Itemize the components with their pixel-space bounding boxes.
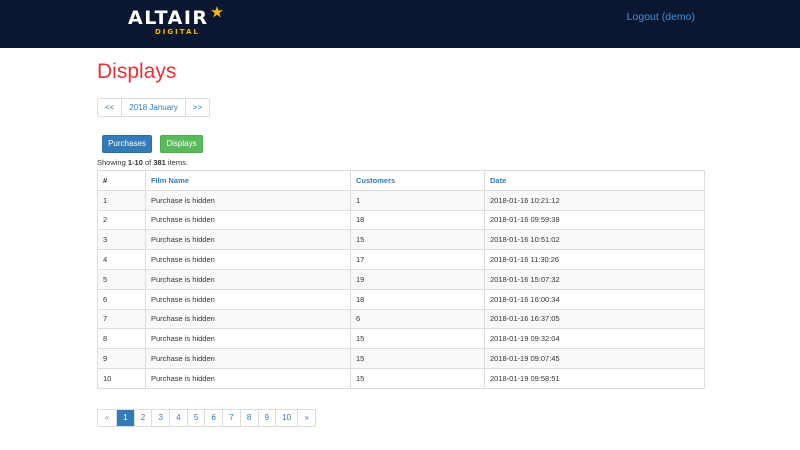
row-number-cell: 10 [97, 367, 146, 389]
page-title: Displays [97, 60, 177, 83]
table-row: 8 Purchase is hidden 15 2018-01-19 09:32:04 [97, 328, 705, 350]
film-name-cell: Purchase is hidden [145, 209, 351, 231]
summary-range: 1-10 [127, 158, 143, 167]
film-name-cell: Purchase is hidden [145, 229, 351, 251]
pagination-page-3[interactable]: 3 [151, 410, 169, 426]
film-name-cell: Purchase is hidden [145, 189, 351, 211]
column-header-number: # [97, 170, 146, 191]
pagination-page-6[interactable]: 6 [204, 410, 222, 426]
table-row: 7 Purchase is hidden 6 2018-01-16 16:37:05 [97, 308, 705, 330]
film-name-cell: Purchase is hidden [145, 268, 351, 290]
displays-button[interactable]: Displays [160, 135, 203, 153]
pagination-page-10[interactable]: 10 [275, 410, 297, 426]
date-cell: 2018-01-16 09:59:38 [484, 209, 705, 231]
table-row: 4 Purchase is hidden 17 2018-01-16 11:30:26 [97, 249, 705, 270]
date-cell: 2018-01-16 16:00:34 [484, 288, 705, 310]
date-cell: 2018-01-19 09:07:45 [484, 348, 705, 369]
row-number-cell: 4 [97, 249, 146, 270]
film-name-cell: Purchase is hidden [145, 367, 351, 389]
customers-cell: 15 [350, 328, 485, 350]
table-row: 1 Purchase is hidden 1 2018-01-16 10:21:12 [97, 189, 705, 211]
film-name-cell: Purchase is hidden [145, 308, 351, 330]
displays-table: # Film Name Customers Date 1 Purchase is … [97, 170, 705, 389]
star-icon [211, 6, 223, 18]
row-number-cell: 1 [97, 189, 146, 211]
pagination-page-4[interactable]: 4 [169, 410, 187, 426]
table-row: 3 Purchase is hidden 15 2018-01-16 10:51:02 [97, 229, 705, 251]
month-pager: << 2018 January >> [97, 98, 211, 117]
table-header-row: # Film Name Customers Date [97, 170, 705, 191]
customers-cell: 1 [350, 189, 485, 211]
column-header-film-name[interactable]: Film Name [145, 170, 351, 191]
pagination-page-8[interactable]: 8 [239, 410, 258, 426]
pagination-page-2[interactable]: 2 [133, 410, 152, 426]
previous-month-button[interactable]: << [98, 99, 121, 116]
film-name-cell: Purchase is hidden [145, 288, 351, 310]
table-row: 9 Purchase is hidden 15 2018-01-19 09:07:45 [97, 348, 705, 369]
customers-cell: 18 [350, 288, 485, 310]
pagination: « 1 2 3 4 5 6 7 8 9 10» [97, 409, 317, 427]
pagination-page-9[interactable]: 9 [257, 410, 276, 426]
customers-cell: 15 [350, 367, 485, 389]
film-name-cell: Purchase is hidden [145, 249, 351, 270]
table-row: 6 Purchase is hidden 18 2018-01-16 16:00:34 [97, 288, 705, 310]
date-cell: 2018-01-19 09:32:04 [484, 328, 705, 350]
customers-cell: 15 [350, 348, 485, 369]
purchases-button[interactable]: Purchases [102, 135, 152, 153]
pagination-next-button[interactable]: » [297, 410, 315, 426]
row-number-cell: 2 [97, 209, 146, 231]
date-cell: 2018-01-16 10:51:02 [484, 229, 705, 251]
current-month-button[interactable]: 2018 January [121, 99, 184, 116]
row-number-cell: 5 [97, 268, 146, 290]
date-cell: 2018-01-19 09:58:51 [484, 367, 705, 389]
logout-link[interactable]: Logout (demo) [627, 11, 695, 23]
row-number-cell: 9 [97, 348, 146, 369]
customers-cell: 6 [350, 308, 485, 330]
summary-middle: of [142, 158, 154, 167]
summary-total: 381 [153, 158, 166, 167]
film-name-cell: Purchase is hidden [145, 328, 351, 350]
next-month-button[interactable]: >> [184, 99, 209, 116]
table-row: 10 Purchase is hidden 15 2018-01-19 09:58:5… [97, 367, 705, 389]
column-header-customers[interactable]: Customers [350, 170, 485, 191]
table-body: 1 Purchase is hidden 1 2018-01-16 10:21:12 2… [97, 189, 705, 389]
customers-cell: 18 [350, 209, 485, 231]
logo-wordmark: ALTAIR [128, 7, 209, 29]
row-number-cell: 3 [97, 229, 146, 251]
row-number-cell: 8 [97, 328, 146, 350]
table-row: 2 Purchase is hidden 18 2018-01-16 09:59:38 [97, 209, 705, 231]
summary-suffix: items. [165, 158, 188, 167]
pagination-page-7[interactable]: 7 [222, 410, 240, 426]
customers-cell: 19 [350, 268, 485, 290]
column-header-date[interactable]: Date [484, 170, 705, 191]
row-number-cell: 6 [97, 288, 146, 310]
date-cell: 2018-01-16 15:07:32 [484, 268, 705, 290]
pagination-page-1[interactable]: 1 [116, 410, 134, 426]
pagination-previous-button: « [104, 413, 110, 422]
results-summary: Showing 1-10 of 381 items. [97, 158, 188, 168]
date-cell: 2018-01-16 16:37:05 [484, 308, 705, 330]
row-number-cell: 7 [97, 308, 146, 330]
altair-digital-logo[interactable]: ALTAIR DIGITAL [128, 6, 228, 40]
summary-prefix: Showing [97, 158, 128, 167]
pagination-page-5[interactable]: 5 [186, 410, 205, 426]
table-row: 5 Purchase is hidden 19 2018-01-16 15:07:32 [97, 268, 705, 290]
customers-cell: 17 [350, 249, 485, 270]
top-navbar: ALTAIR DIGITAL Logout (demo) [0, 0, 800, 48]
film-name-cell: Purchase is hidden [145, 348, 351, 369]
logo-subtitle: DIGITAL [155, 28, 200, 36]
date-cell: 2018-01-16 10:21:12 [484, 189, 705, 211]
date-cell: 2018-01-16 11:30:26 [484, 249, 705, 270]
customers-cell: 15 [350, 229, 485, 251]
